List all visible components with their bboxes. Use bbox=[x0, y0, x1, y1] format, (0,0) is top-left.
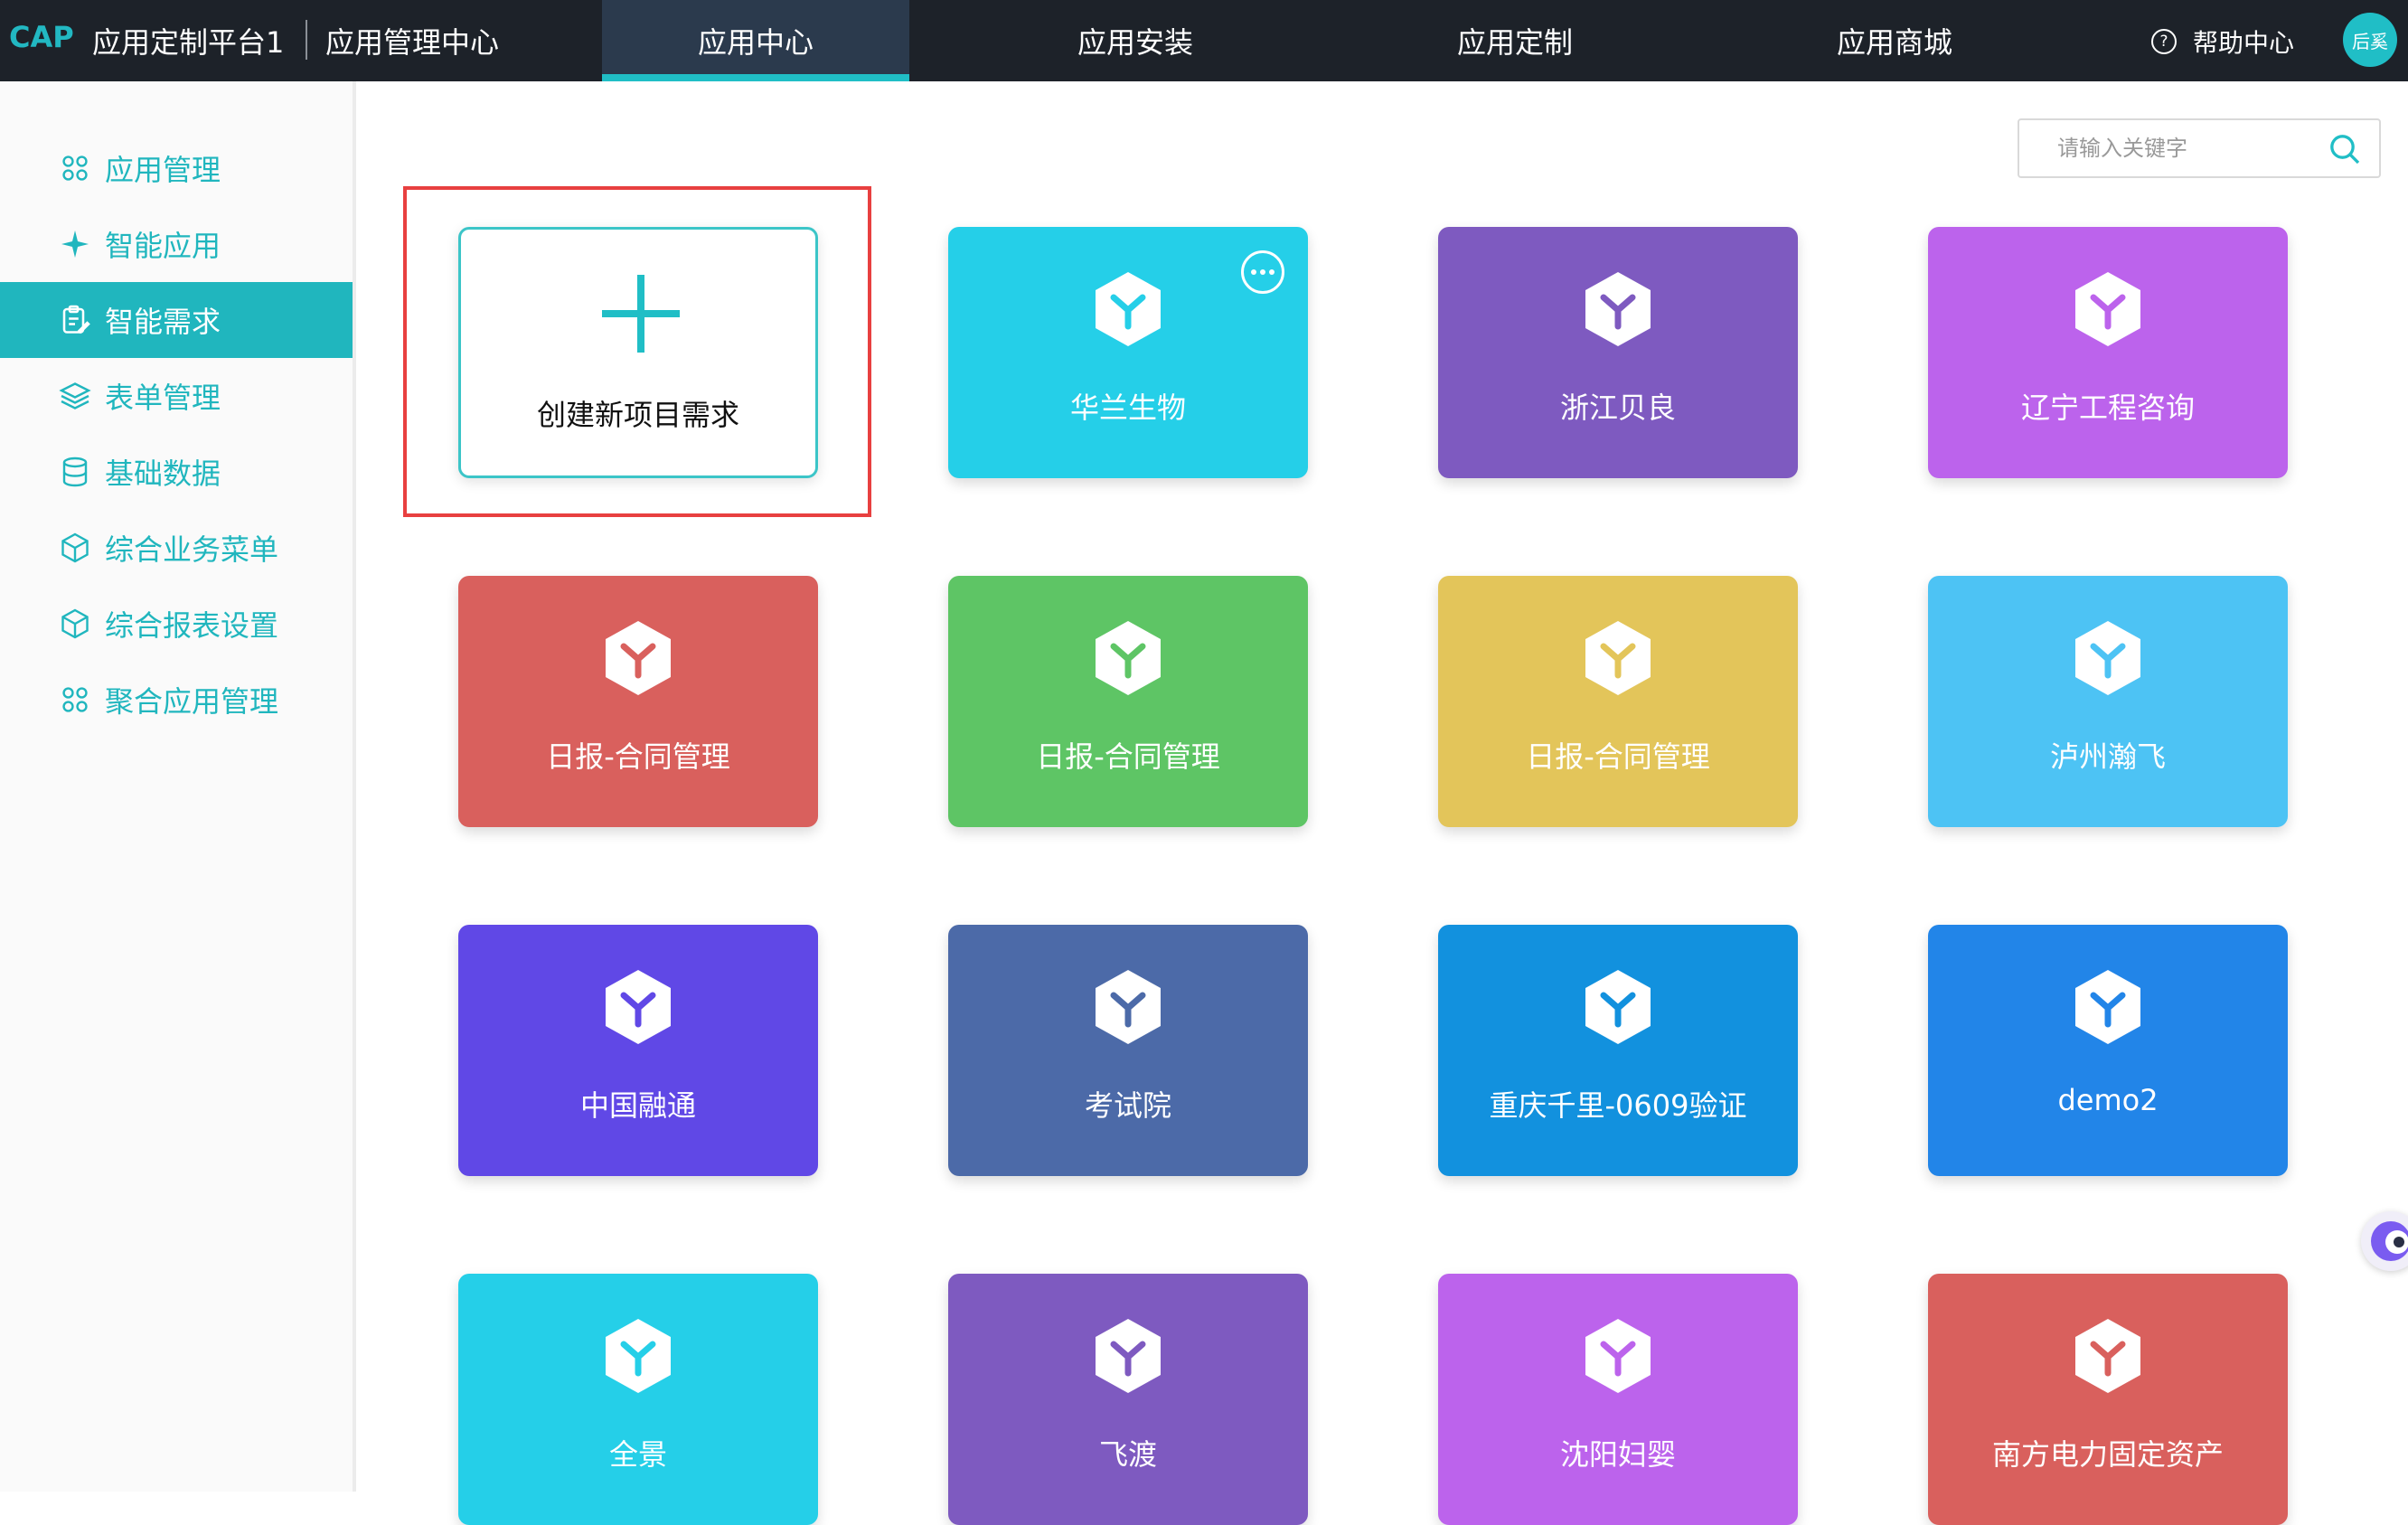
app-card[interactable]: 辽宁工程咨询 bbox=[1928, 227, 2288, 478]
center-name: 应用管理中心 bbox=[325, 25, 500, 60]
tab-app-install[interactable]: 应用安装 bbox=[982, 0, 1289, 81]
app-cube-icon bbox=[2075, 272, 2140, 346]
avatar[interactable]: 后奚 bbox=[2343, 13, 2397, 67]
app-card[interactable]: 浙江贝良 bbox=[1438, 227, 1798, 478]
app-cube-icon bbox=[1096, 272, 1161, 346]
help-center-label: 帮助中心 bbox=[2193, 28, 2295, 58]
app-cube-icon bbox=[1585, 970, 1651, 1044]
header-divider bbox=[306, 20, 307, 60]
grid-icon bbox=[58, 682, 92, 717]
app-card-label: 浙江贝良 bbox=[1559, 391, 1676, 425]
sidebar: 应用管理 智能应用 智能需求 表单管理 基础数据 综合业务菜单 综合报表设置 聚… bbox=[0, 81, 356, 1492]
app-cube-icon bbox=[2075, 1319, 2140, 1393]
plus-icon bbox=[602, 275, 680, 353]
app-card[interactable]: 泸州瀚飞 bbox=[1928, 576, 2288, 827]
tab-app-customize[interactable]: 应用定制 bbox=[1361, 0, 1669, 81]
app-card[interactable]: 华兰生物 bbox=[948, 227, 1308, 478]
tab-app-store[interactable]: 应用商城 bbox=[1741, 0, 2048, 81]
app-cube-icon bbox=[1096, 1319, 1161, 1393]
app-card[interactable]: 飞渡 bbox=[948, 1274, 1308, 1525]
app-card-label: 重庆千里-0609验证 bbox=[1489, 1088, 1747, 1123]
app-card-label: 泸州瀚飞 bbox=[2049, 739, 2166, 774]
app-card[interactable]: 日报-合同管理 bbox=[458, 576, 818, 827]
sidebar-item-aggregate-app[interactable]: 聚合应用管理 bbox=[0, 662, 353, 738]
sidebar-item-label: 聚合应用管理 bbox=[105, 684, 279, 719]
search-input[interactable] bbox=[2055, 129, 2321, 167]
app-cube-icon bbox=[1096, 621, 1161, 695]
database-icon bbox=[58, 455, 92, 489]
sidebar-item-form-management[interactable]: 表单管理 bbox=[0, 358, 353, 434]
app-card-label: 考试院 bbox=[1084, 1088, 1171, 1123]
top-navbar: CAP 应用定制平台1 应用管理中心 应用中心 应用安装 应用定制 应用商城 ?… bbox=[0, 0, 2408, 81]
sidebar-item-label: 综合报表设置 bbox=[105, 608, 279, 643]
tab-app-center[interactable]: 应用中心 bbox=[602, 0, 909, 81]
assistant-robot-icon[interactable] bbox=[2361, 1211, 2408, 1271]
help-center-link[interactable]: ? 帮助中心 bbox=[2151, 24, 2294, 60]
app-card[interactable]: demo2 bbox=[1928, 925, 2288, 1176]
app-card[interactable]: 全景 bbox=[458, 1274, 818, 1525]
create-project-card[interactable]: 创建新项目需求 bbox=[458, 227, 818, 478]
app-card-label: 日报-合同管理 bbox=[1526, 739, 1710, 774]
create-project-label: 创建新项目需求 bbox=[536, 398, 739, 432]
app-card-label: 中国融通 bbox=[579, 1088, 696, 1123]
app-cube-icon bbox=[2075, 970, 2140, 1044]
app-cube-icon bbox=[1585, 1319, 1651, 1393]
app-card[interactable]: 日报-合同管理 bbox=[1438, 576, 1798, 827]
search-box bbox=[2018, 118, 2381, 178]
app-cube-icon bbox=[2075, 621, 2140, 695]
app-card-label: 辽宁工程咨询 bbox=[2020, 391, 2195, 425]
more-options-icon[interactable] bbox=[1241, 250, 1284, 294]
cube-icon bbox=[58, 607, 92, 641]
grid-icon bbox=[58, 151, 92, 185]
sidebar-item-label: 智能应用 bbox=[105, 229, 221, 263]
app-card-label: 南方电力固定资产 bbox=[1991, 1437, 2224, 1472]
app-cube-icon bbox=[606, 1319, 671, 1393]
layers-icon bbox=[58, 379, 92, 413]
app-card-label: 全景 bbox=[608, 1437, 667, 1472]
sidebar-item-smart-app[interactable]: 智能应用 bbox=[0, 206, 353, 282]
search-icon[interactable] bbox=[2327, 131, 2363, 167]
brand-logo[interactable]: CAP bbox=[9, 20, 74, 54]
sidebar-item-label: 表单管理 bbox=[105, 381, 221, 415]
sidebar-item-app-management[interactable]: 应用管理 bbox=[0, 130, 353, 206]
app-cube-icon bbox=[1096, 970, 1161, 1044]
sidebar-item-basic-data[interactable]: 基础数据 bbox=[0, 434, 353, 510]
app-card-label: 日报-合同管理 bbox=[1036, 739, 1220, 774]
clipboard-icon bbox=[58, 303, 92, 337]
sidebar-item-business-menu[interactable]: 综合业务菜单 bbox=[0, 510, 353, 586]
app-card-label: 日报-合同管理 bbox=[546, 739, 730, 774]
app-card-label: demo2 bbox=[2057, 1083, 2159, 1117]
app-card[interactable]: 中国融通 bbox=[458, 925, 818, 1176]
sidebar-item-label: 应用管理 bbox=[105, 153, 221, 187]
app-card[interactable]: 日报-合同管理 bbox=[948, 576, 1308, 827]
sidebar-item-report-settings[interactable]: 综合报表设置 bbox=[0, 586, 353, 662]
app-card[interactable]: 沈阳妇婴 bbox=[1438, 1274, 1798, 1525]
app-cube-icon bbox=[1585, 621, 1651, 695]
app-cube-icon bbox=[606, 621, 671, 695]
app-card-label: 飞渡 bbox=[1098, 1437, 1157, 1472]
platform-name: 应用定制平台1 bbox=[92, 25, 285, 60]
app-card[interactable]: 重庆千里-0609验证 bbox=[1438, 925, 1798, 1176]
app-card[interactable]: 考试院 bbox=[948, 925, 1308, 1176]
app-card-label: 沈阳妇婴 bbox=[1559, 1437, 1676, 1472]
sidebar-item-label: 基础数据 bbox=[105, 457, 221, 491]
sidebar-item-smart-requirement[interactable]: 智能需求 bbox=[0, 282, 353, 358]
app-cube-icon bbox=[1585, 272, 1651, 346]
cube-icon bbox=[58, 531, 92, 565]
help-icon: ? bbox=[2151, 29, 2177, 54]
app-cube-icon bbox=[606, 970, 671, 1044]
sidebar-item-label: 智能需求 bbox=[105, 305, 221, 339]
app-card-label: 华兰生物 bbox=[1069, 391, 1186, 425]
app-card[interactable]: 南方电力固定资产 bbox=[1928, 1274, 2288, 1525]
sidebar-item-label: 综合业务菜单 bbox=[105, 532, 279, 567]
sparkle-icon bbox=[58, 227, 92, 261]
